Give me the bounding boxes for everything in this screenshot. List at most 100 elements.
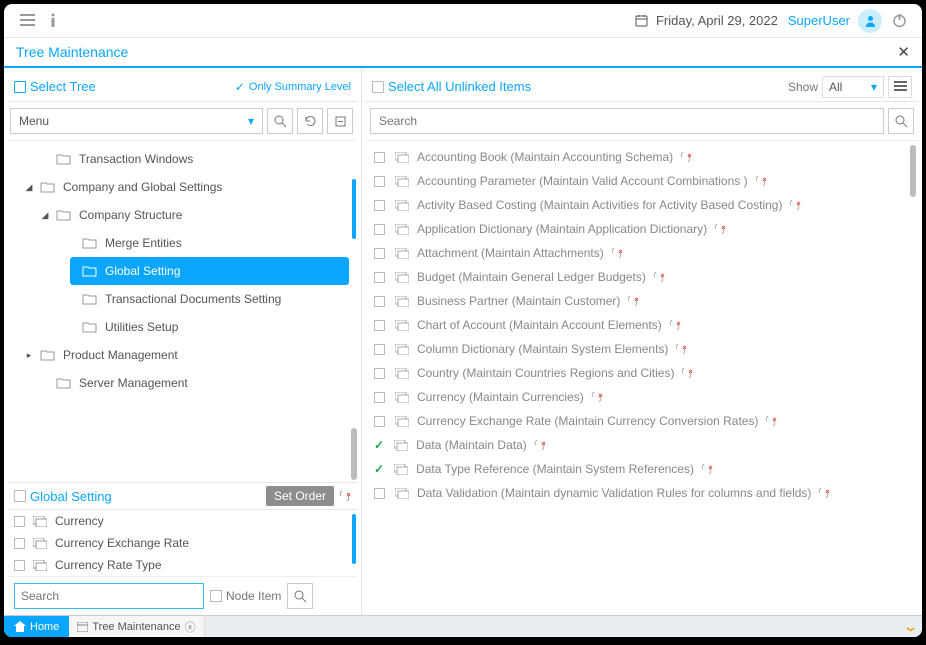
item-row[interactable]: Data Validation (Maintain dynamic Valida… [366,481,918,505]
detail-checkbox[interactable] [14,490,26,502]
unlink-icon[interactable] [668,319,681,331]
tab-close-icon[interactable]: ⓧ [185,619,196,635]
tree-node[interactable]: ◢ Company and Global Settings [8,173,357,201]
unlink-icon[interactable] [754,175,767,187]
set-order-button[interactable]: Set Order [266,486,334,506]
row-checkbox[interactable] [374,272,385,283]
item-row[interactable]: Business Partner (Maintain Customer) [366,289,918,313]
close-icon[interactable]: ✕ [897,43,910,61]
row-checkbox[interactable] [374,368,385,379]
window-icon [395,344,409,355]
row-checkbox[interactable] [14,560,25,571]
tree-node[interactable]: ◢ Company Structure [8,201,357,229]
unlink-icon[interactable] [626,295,639,307]
item-row[interactable]: Currency (Maintain Currencies) [366,385,918,409]
tree-node[interactable]: ▸ Product Management [8,341,357,369]
info-icon[interactable] [40,8,66,34]
show-dropdown[interactable]: All▾ [822,76,884,98]
tree-node-active[interactable]: Global Setting [70,257,349,285]
unlink-icon[interactable] [788,199,801,211]
row-checkbox[interactable] [374,344,385,355]
item-label: Data Type Reference (Maintain System Ref… [416,462,694,476]
row-checkbox[interactable] [374,392,385,403]
node-item-toggle[interactable]: Node Item [210,589,281,603]
caret-down-icon[interactable]: ◢ [40,210,50,221]
item-row[interactable]: Column Dictionary (Maintain System Eleme… [366,337,918,361]
item-row[interactable]: Application Dictionary (Maintain Applica… [366,217,918,241]
item-row[interactable]: Country (Maintain Countries Regions and … [366,361,918,385]
item-row[interactable]: ✓Data Type Reference (Maintain System Re… [366,457,918,481]
select-all-checkbox[interactable] [372,81,384,93]
power-icon[interactable] [886,8,912,34]
unlink-icon[interactable] [610,247,623,259]
collapse-icon[interactable] [327,108,353,134]
row-checkbox[interactable] [374,200,385,211]
row-checkbox[interactable] [374,152,385,163]
unlink-icon[interactable] [533,439,546,451]
tree-node[interactable]: Server Management [8,369,357,397]
search-icon[interactable] [888,108,914,134]
right-pane: Select All Unlinked Items Show All▾ [362,68,922,615]
window-icon [395,416,409,427]
row-checkbox[interactable] [374,320,385,331]
zoom-icon[interactable] [267,108,293,134]
detail-row[interactable]: Currency Rate Type [8,554,357,576]
unlink-icon[interactable] [652,271,665,283]
row-checkbox[interactable] [374,248,385,259]
only-summary-toggle[interactable]: Only Summary Level [235,80,351,94]
caret-down-icon[interactable]: ◢ [24,182,34,193]
tree-node[interactable]: Utilities Setup [8,313,357,341]
detail-header: Global Setting Set Order [8,482,357,510]
menu-icon[interactable] [14,8,40,34]
detail-row[interactable]: Currency [8,510,357,532]
item-label: Accounting Book (Maintain Accounting Sch… [417,150,673,164]
row-checkbox[interactable] [14,516,25,527]
item-row[interactable]: Attachment (Maintain Attachments) [366,241,918,265]
row-checkbox[interactable] [374,296,385,307]
tree-node[interactable]: Merge Entities [8,229,357,257]
row-checkbox[interactable] [14,538,25,549]
unlink-icon[interactable] [680,367,693,379]
item-row[interactable]: Accounting Parameter (Maintain Valid Acc… [366,169,918,193]
tab-tree-maintenance[interactable]: Tree Maintenance ⓧ [69,616,204,637]
unlink-icon[interactable] [338,490,351,502]
select-tree-checkbox[interactable] [14,81,26,93]
row-checkbox[interactable] [374,416,385,427]
user-link[interactable]: SuperUser [788,13,850,28]
tab-home[interactable]: Home [4,616,69,637]
list-view-icon[interactable] [888,76,912,98]
unlink-icon[interactable] [817,487,830,499]
unlink-icon[interactable] [764,415,777,427]
item-row[interactable]: Activity Based Costing (Maintain Activit… [366,193,918,217]
item-row[interactable]: ✓Data (Maintain Data) [366,433,918,457]
search-input[interactable] [370,108,884,134]
avatar-icon[interactable] [858,9,882,33]
row-checkbox[interactable] [374,488,385,499]
unlink-icon[interactable] [674,343,687,355]
unlink-icon[interactable] [713,223,726,235]
caret-right-icon[interactable]: ▸ [24,350,34,361]
unlink-icon[interactable] [590,391,603,403]
tree-select-dropdown[interactable]: Menu ▾ [10,108,263,134]
row-checkbox[interactable] [374,224,385,235]
tree-node[interactable]: Transactional Documents Setting [8,285,357,313]
window-icon [33,516,47,527]
scrollbar-thumb[interactable] [351,428,357,480]
unlink-icon[interactable] [679,151,692,163]
unlink-icon[interactable] [700,463,713,475]
row-checkbox[interactable] [374,176,385,187]
search-input[interactable] [14,583,204,609]
tree-node[interactable]: Transaction Windows [8,145,357,173]
item-row[interactable]: Chart of Account (Maintain Account Eleme… [366,313,918,337]
item-row[interactable]: Budget (Maintain General Ledger Budgets) [366,265,918,289]
search-icon[interactable] [287,583,313,609]
expand-icon[interactable]: ⌄ [903,619,918,635]
scrollbar-thumb[interactable] [910,145,916,197]
detail-row[interactable]: Currency Exchange Rate [8,532,357,554]
refresh-icon[interactable] [297,108,323,134]
items-list[interactable]: Accounting Book (Maintain Accounting Sch… [366,141,918,615]
folder-icon [56,377,71,389]
tree-view[interactable]: Transaction Windows ◢ Company and Global… [8,141,357,482]
item-row[interactable]: Accounting Book (Maintain Accounting Sch… [366,145,918,169]
item-row[interactable]: Currency Exchange Rate (Maintain Currenc… [366,409,918,433]
